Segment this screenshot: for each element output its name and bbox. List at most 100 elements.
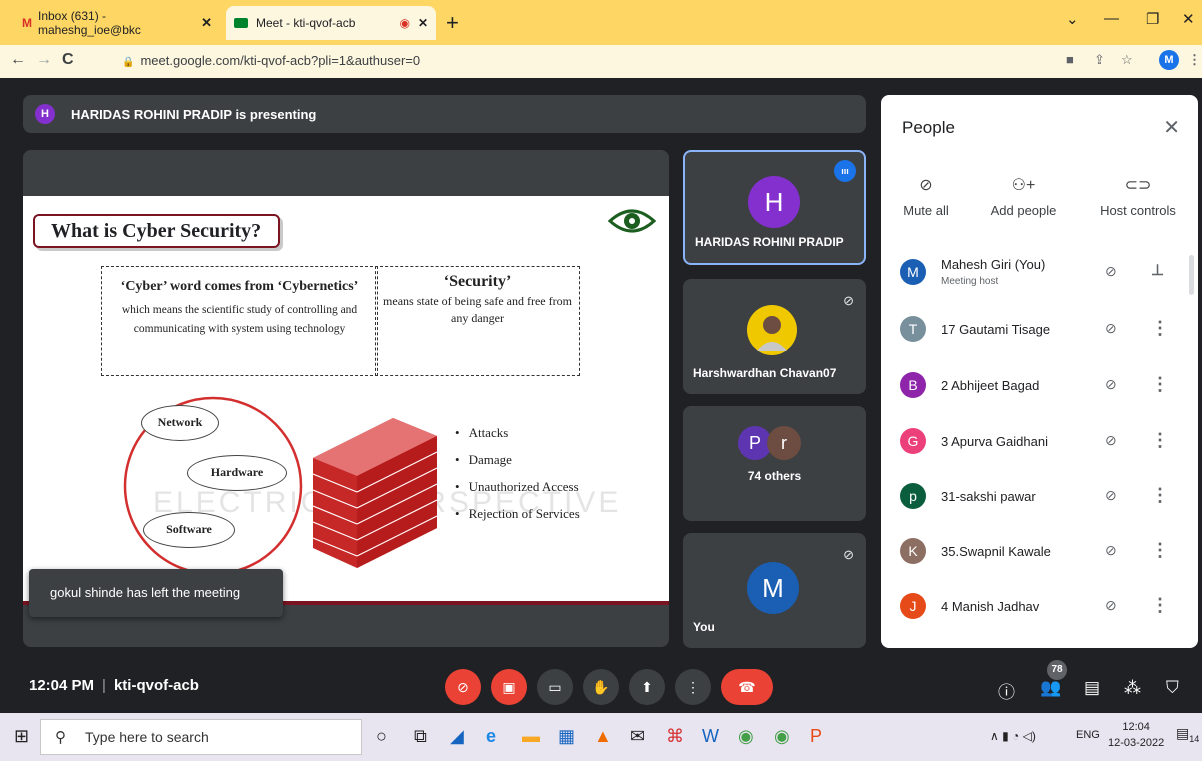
participant-row[interactable]: K 35.Swapnil Kawale ⊘ ⋮ xyxy=(881,525,1198,580)
participant-name: Mahesh Giri (You) xyxy=(941,257,1046,272)
mic-off-icon: ⊘ xyxy=(919,177,933,194)
raise-hand-button[interactable]: ✋ xyxy=(583,669,619,705)
store-icon[interactable]: ▦ xyxy=(558,726,575,747)
mic-off-icon[interactable]: ⊘ xyxy=(1105,376,1117,393)
tab-search-icon[interactable]: ⌄ xyxy=(1066,10,1079,28)
new-tab-button[interactable]: + xyxy=(446,10,459,36)
mute-all-button[interactable]: ⊘ Mute all xyxy=(901,175,951,218)
participant-row[interactable]: p 31-sakshi pawar ⊘ ⋮ xyxy=(881,470,1198,525)
minimize-button[interactable]: — xyxy=(1104,10,1119,27)
tab-gmail[interactable]: M Inbox (631) - maheshg_ioe@bkc ✕ xyxy=(14,6,220,40)
tab-meet[interactable]: Meet - kti-qvof-acb ◉ ✕ xyxy=(226,6,436,40)
mic-off-icon: ⊘ xyxy=(457,679,469,695)
more-vert-icon[interactable]: ⋮ xyxy=(1151,540,1169,561)
windows-start-icon[interactable]: ⊞ xyxy=(14,726,29,747)
word-icon[interactable]: W xyxy=(702,726,719,747)
mic-off-icon[interactable]: ⊘ xyxy=(1105,597,1117,614)
more-vert-icon[interactable]: ⋮ xyxy=(1151,430,1169,451)
panel-title: People xyxy=(902,118,955,137)
participant-row[interactable]: B 2 Abhijeet Bagad ⊘ ⋮ xyxy=(881,359,1198,414)
mic-off-icon[interactable]: ⊘ xyxy=(1105,263,1117,280)
mic-off-icon[interactable]: ⊘ xyxy=(1105,320,1117,337)
present-button[interactable]: ⬆ xyxy=(629,669,665,705)
people-icon[interactable]: 👥 xyxy=(1040,678,1061,698)
mic-off-icon: ⊘ xyxy=(843,293,854,308)
mail-icon[interactable]: ✉ xyxy=(630,726,645,747)
cortana-icon[interactable]: ○ xyxy=(376,726,387,747)
participant-row[interactable]: G 3 Apurva Gaidhani ⊘ ⋮ xyxy=(881,415,1198,470)
taskbar-search-box[interactable]: ⚲ Type here to search xyxy=(40,719,362,755)
presenter-text: HARIDAS ROHINI PRADIP is presenting xyxy=(71,106,317,122)
host-controls-button[interactable]: ⊂⊃ Host controls xyxy=(1095,175,1181,218)
more-vert-icon[interactable]: ⋮ xyxy=(1151,374,1169,395)
more-vert-icon[interactable]: ⋮ xyxy=(1151,318,1169,339)
reload-icon[interactable]: C xyxy=(62,51,74,69)
edge-icon[interactable]: e xyxy=(486,726,496,747)
host-controls-icon[interactable]: ⛉ xyxy=(1166,678,1179,698)
notification-icon[interactable]: ▤14 xyxy=(1176,725,1199,744)
star-icon[interactable]: ☆ xyxy=(1121,52,1133,68)
cyber-text: which means the scientific study of cont… xyxy=(121,304,358,335)
task-view-icon[interactable]: ⧉ xyxy=(414,726,427,747)
vlc-icon[interactable]: ▲ xyxy=(594,726,612,747)
url-field[interactable]: 🔒 meet.google.com/kti-qvof-acb?pli=1&auth… xyxy=(110,49,1050,73)
recording-icon: ◉ xyxy=(399,16,410,30)
menu-icon[interactable]: ⋮ xyxy=(1188,52,1201,68)
chrome-profile-icon[interactable]: ◉ xyxy=(774,726,790,747)
profile-avatar[interactable]: M xyxy=(1159,50,1179,70)
tile-participant[interactable]: ⊘ Harshwardhan Chavan07 xyxy=(683,279,866,394)
tile-presenter[interactable]: ııı H HARIDAS ROHINI PRADIP xyxy=(683,150,866,265)
left-meeting-toast: gokul shinde has left the meeting xyxy=(29,569,283,617)
participant-row[interactable]: M Mahesh Giri (You) Meeting host ⊘ ⊥ xyxy=(881,246,1198,301)
hand-icon: ✋ xyxy=(592,679,610,695)
camera-toggle-button[interactable]: ▣ xyxy=(491,669,527,705)
avatar: r xyxy=(767,426,801,460)
file-explorer-icon[interactable]: ▬ xyxy=(522,726,540,747)
list-item: Attacks xyxy=(455,425,580,452)
more-vert-icon[interactable]: ⋮ xyxy=(1151,485,1169,506)
share-icon[interactable]: ⇪ xyxy=(1094,52,1105,68)
participant-row[interactable]: J 4 Manish Jadhav ⊘ ⋮ xyxy=(881,580,1198,635)
mic-off-icon[interactable]: ⊘ xyxy=(1105,432,1117,449)
mic-off-icon[interactable]: ⊘ xyxy=(1105,542,1117,559)
mic-off-icon[interactable]: ⊘ xyxy=(1105,487,1117,504)
activities-icon[interactable]: ⁂ xyxy=(1124,678,1141,698)
captions-button[interactable]: ▭ xyxy=(537,669,573,705)
system-tray-icons[interactable]: ∧ ▮ ◔ ◁) xyxy=(990,729,1036,743)
powerpoint-icon[interactable]: P xyxy=(810,726,822,747)
pin-icon[interactable]: ⊥ xyxy=(1151,261,1164,279)
participant-row[interactable]: T 17 Gautami Tisage ⊘ ⋮ xyxy=(881,303,1198,358)
avatar: T xyxy=(900,316,926,342)
close-icon[interactable]: ✕ xyxy=(201,15,212,31)
tile-others[interactable]: P r 74 others xyxy=(683,406,866,521)
restore-button[interactable]: ❐ xyxy=(1146,10,1159,28)
more-options-button[interactable]: ⋮ xyxy=(675,669,711,705)
close-icon[interactable]: ✕ xyxy=(1163,115,1180,140)
windows-taskbar: ⊞ ⚲ Type here to search ○ ⧉ ◢ e ▬ ▦ ▲ ✉ … xyxy=(0,713,1202,761)
taskbar-clock[interactable]: 12:04 12-03-2022 xyxy=(1108,719,1164,751)
back-icon[interactable]: ← xyxy=(10,51,26,69)
close-icon[interactable]: ✕ xyxy=(418,16,428,30)
mic-toggle-button[interactable]: ⊘ xyxy=(445,669,481,705)
camera-icon[interactable]: ■ xyxy=(1066,52,1074,67)
language-indicator[interactable]: ENG xyxy=(1076,729,1100,741)
leave-call-button[interactable]: ☎ xyxy=(721,669,773,705)
tile-self[interactable]: ⊘ M You xyxy=(683,533,866,648)
chat-icon[interactable]: ▤ xyxy=(1084,678,1100,698)
cyber-heading: ‘Cyber’ word comes from ‘Cybernetics’ xyxy=(120,279,359,294)
cloud-software: Software xyxy=(143,512,235,548)
chrome-icon[interactable]: ◉ xyxy=(738,726,754,747)
add-people-button[interactable]: ⚇+ Add people xyxy=(986,175,1061,218)
mic-off-icon: ⊘ xyxy=(843,547,854,562)
clock-time: 12:04 xyxy=(1122,721,1150,733)
more-vert-icon[interactable]: ⋮ xyxy=(1151,595,1169,616)
avatar: J xyxy=(900,593,926,619)
window-close-button[interactable]: ✕ xyxy=(1182,10,1195,28)
eye-logo-icon xyxy=(608,209,656,233)
forward-icon[interactable]: → xyxy=(36,51,52,69)
tile-name: 74 others xyxy=(747,469,802,483)
meeting-details-icon[interactable]: ⓘ xyxy=(998,678,1015,703)
pdf-reader-icon[interactable]: ⌘ xyxy=(666,726,684,747)
app-icon[interactable]: ◢ xyxy=(450,726,464,747)
people-count-badge: 78 xyxy=(1047,660,1067,680)
